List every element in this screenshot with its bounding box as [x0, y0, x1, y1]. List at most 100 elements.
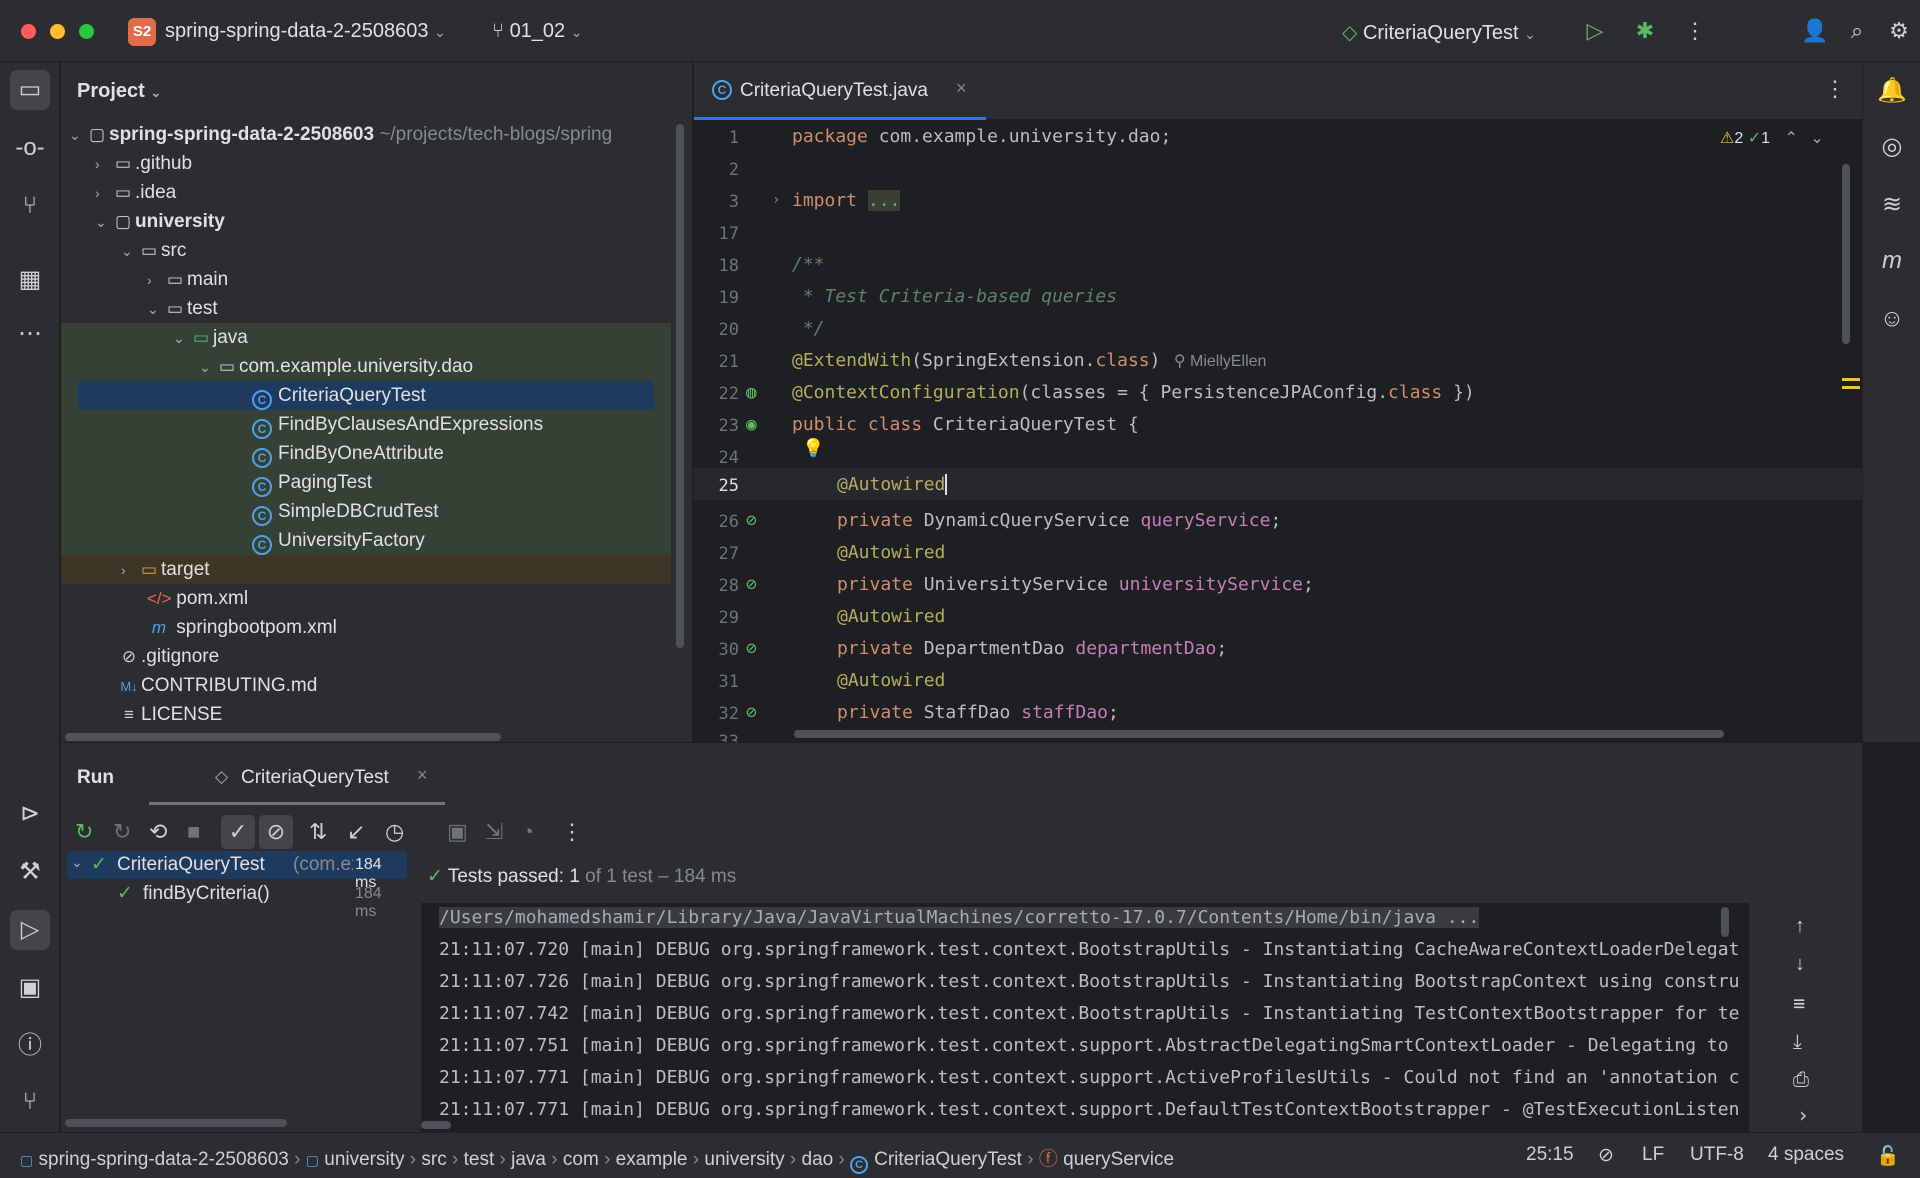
- export-icon[interactable]: ⇲: [485, 819, 503, 845]
- pull-requests-icon[interactable]: ⑂: [10, 186, 50, 226]
- rerun-failed-icon[interactable]: ↻: [113, 819, 131, 845]
- project-badge[interactable]: S2: [128, 18, 156, 46]
- terminal-icon[interactable]: ▣: [10, 968, 50, 1008]
- structure-icon[interactable]: ▦: [10, 260, 50, 300]
- autowired-bean-icon[interactable]: ⊘: [746, 510, 757, 531]
- tree-item-contributing[interactable]: M↓ CONTRIBUTING.md: [117, 671, 727, 700]
- indent-setting[interactable]: 4 spaces: [1768, 1144, 1844, 1166]
- collapse-icon[interactable]: ↙: [347, 819, 365, 845]
- commit-icon[interactable]: -o-: [10, 128, 50, 168]
- screenshot-icon[interactable]: ▣: [447, 819, 468, 845]
- more-actions-icon[interactable]: ⋮: [1680, 16, 1710, 46]
- line-ending[interactable]: LF: [1642, 1144, 1664, 1166]
- tree-item-findbyoneattribute[interactable]: C FindByOneAttribute: [61, 439, 671, 468]
- breadcrumb-item[interactable]: university: [324, 1149, 404, 1170]
- breadcrumb-item[interactable]: example: [616, 1149, 688, 1170]
- show-ignored-icon[interactable]: ⊘: [259, 815, 293, 849]
- tab-options-icon[interactable]: ⋮: [1824, 76, 1846, 102]
- tree-item-simpledbcrudtest[interactable]: C SimpleDBCrudTest: [61, 497, 671, 526]
- lightbulb-icon[interactable]: 💡: [802, 438, 824, 459]
- console-horizontal-scrollbar[interactable]: [421, 1121, 451, 1129]
- run-config-selector[interactable]: ◇ CriteriaQueryTest ⌄: [1342, 20, 1536, 45]
- problems-icon[interactable]: ⓘ: [10, 1026, 50, 1066]
- notifications-bell-icon[interactable]: 🔔: [1875, 74, 1909, 108]
- stop-icon[interactable]: ■: [187, 819, 200, 845]
- tree-item-pagingtest[interactable]: C PagingTest: [61, 468, 671, 497]
- scroll-up-icon[interactable]: ↑: [1795, 915, 1805, 938]
- tree-horizontal-scrollbar[interactable]: [65, 1119, 287, 1127]
- previous-highlight-icon[interactable]: ⌃: [1784, 130, 1797, 147]
- tree-item-target[interactable]: › ▭ target: [61, 555, 671, 584]
- horizontal-scrollbar[interactable]: [65, 733, 501, 741]
- autowired-bean-icon[interactable]: ⊘: [746, 638, 757, 659]
- breadcrumb-item[interactable]: spring-spring-data-2-2508603: [39, 1149, 289, 1170]
- show-passed-icon[interactable]: ✓: [221, 815, 255, 849]
- fold-chevron-icon[interactable]: ›: [772, 192, 780, 208]
- tree-item-springbootpom[interactable]: m springbootpom.xml: [147, 613, 757, 642]
- tree-item-idea[interactable]: › ▭ .idea: [95, 178, 705, 207]
- inspections-widget[interactable]: ⚠2 ✓1 ⌃ ⌄: [1720, 128, 1824, 148]
- breadcrumb-item[interactable]: CriteriaQueryTest: [874, 1149, 1022, 1170]
- toggle-auto-test-icon[interactable]: ⟲: [149, 819, 167, 845]
- services-icon[interactable]: ⊳: [10, 794, 50, 834]
- next-highlight-icon[interactable]: ⌄: [1810, 130, 1823, 147]
- debug-icon[interactable]: ✱: [1630, 16, 1660, 46]
- search-icon[interactable]: ⌕: [1842, 16, 1872, 46]
- add-user-icon[interactable]: 👤: [1800, 16, 1830, 46]
- tree-item-license[interactable]: ≡ LICENSE: [117, 700, 727, 729]
- test-history-icon[interactable]: ◷: [385, 819, 404, 845]
- tree-item-university[interactable]: ⌄ ▢ university: [95, 207, 705, 236]
- tree-item-criteriaquerytest[interactable]: C CriteriaQueryTest: [78, 381, 654, 410]
- more-tools-icon[interactable]: ⋯: [10, 314, 50, 354]
- editor-vertical-scrollbar[interactable]: [1842, 164, 1850, 344]
- coverage-icon[interactable]: ◔: [521, 819, 534, 845]
- vertical-scrollbar[interactable]: [676, 124, 684, 648]
- breadcrumb-item[interactable]: university: [704, 1149, 784, 1170]
- sort-icon[interactable]: ⇅: [309, 819, 327, 845]
- print-icon[interactable]: ⎙: [1793, 1067, 1809, 1091]
- file-encoding[interactable]: UTF-8: [1690, 1144, 1744, 1166]
- tree-item-main[interactable]: › ▭ main: [147, 265, 757, 294]
- settings-gear-icon[interactable]: ⚙: [1884, 16, 1914, 46]
- database-icon[interactable]: ≋: [1875, 188, 1909, 222]
- close-window-button[interactable]: [21, 24, 36, 39]
- no-ai-icon[interactable]: ⊘: [1598, 1144, 1614, 1167]
- tree-item-package[interactable]: ⌄ ▭ com.example.university.dao: [61, 352, 671, 381]
- project-view-selector[interactable]: Project ⌄: [77, 80, 161, 103]
- test-row-findbycriteria[interactable]: ✓ findByCriteria() 184 ms: [67, 880, 407, 920]
- breadcrumb-item[interactable]: java: [511, 1149, 546, 1170]
- spring-bean-icon[interactable]: ◍: [746, 382, 757, 403]
- maven-icon[interactable]: m: [1875, 244, 1909, 278]
- tree-item-findbyclauses[interactable]: C FindByClausesAndExpressions: [61, 410, 671, 439]
- tree-item-test[interactable]: ⌄ ▭ test: [147, 294, 757, 323]
- run-icon[interactable]: ▷: [1580, 16, 1610, 46]
- warning-marker[interactable]: [1842, 386, 1860, 389]
- lock-icon[interactable]: 🔓: [1876, 1144, 1900, 1168]
- git-icon[interactable]: ⑂: [10, 1082, 50, 1122]
- autowired-bean-icon[interactable]: ⊘: [746, 574, 757, 595]
- tree-item-github[interactable]: › ▭ .github: [95, 149, 705, 178]
- tree-item-java[interactable]: ⌄ ▭ java: [61, 323, 671, 352]
- expand-icon[interactable]: ›: [1797, 1103, 1809, 1127]
- breadcrumb-item[interactable]: queryService: [1063, 1149, 1174, 1170]
- run-tab-criteriaquerytest[interactable]: ◇ CriteriaQueryTest ×: [149, 757, 445, 805]
- breadcrumb-item[interactable]: dao: [802, 1149, 834, 1170]
- project-folder-icon[interactable]: ▭: [10, 70, 50, 110]
- rerun-icon[interactable]: ↻: [75, 819, 93, 845]
- run-test-gutter-icon[interactable]: ◉: [746, 414, 757, 435]
- console-output[interactable]: /Users/mohamedshamir/Library/Java/JavaVi…: [421, 903, 1851, 1132]
- tree-item-root[interactable]: ⌄ ▢ spring-spring-data-2-2508603 ~/project…: [69, 120, 679, 149]
- breadcrumb-item[interactable]: test: [464, 1149, 495, 1170]
- tree-item-gitignore[interactable]: ⊘ .gitignore: [117, 642, 727, 671]
- code-editor[interactable]: 1 2 3 17 18 19 20 21 22 23 24 25 26 27 2…: [694, 120, 1862, 742]
- breadcrumb-item[interactable]: com: [563, 1149, 599, 1170]
- scroll-to-end-icon[interactable]: ⤓: [1793, 1029, 1802, 1053]
- scroll-down-icon[interactable]: ↓: [1795, 953, 1805, 976]
- copilot-icon[interactable]: ☺: [1875, 302, 1909, 336]
- ai-assistant-icon[interactable]: ◎: [1875, 130, 1909, 164]
- warning-marker[interactable]: [1842, 378, 1860, 381]
- zoom-window-button[interactable]: [79, 24, 94, 39]
- console-vertical-scrollbar[interactable]: [1721, 907, 1729, 937]
- run-tool-icon[interactable]: ▷: [10, 910, 50, 950]
- close-tab-icon[interactable]: ×: [956, 78, 967, 99]
